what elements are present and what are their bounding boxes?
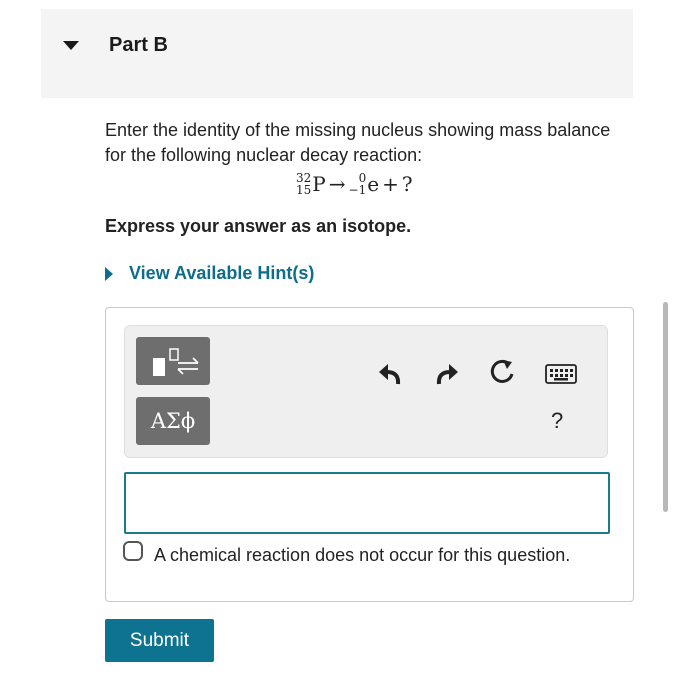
reactant-symbol: P [312, 172, 326, 196]
templates-icon [153, 348, 199, 376]
no-reaction-label: A chemical reaction does not occur for t… [154, 545, 571, 565]
answer-instruction: Express your answer as an isotope. [105, 216, 412, 236]
reaction-arrow: → [328, 172, 346, 196]
product-symbol: e [367, 172, 380, 196]
product-particle: 0 −1 e [349, 172, 380, 196]
product-atomic-number: −1 [348, 183, 367, 197]
submit-button[interactable]: Submit [105, 619, 214, 662]
templates-button[interactable] [136, 337, 210, 385]
part-header[interactable]: Part B [41, 9, 633, 98]
help-icon[interactable]: ? [551, 408, 563, 434]
no-reaction-checkbox[interactable] [123, 541, 143, 561]
plus-sign: + [382, 172, 399, 196]
part-title: Part B [109, 34, 168, 56]
reset-icon[interactable] [487, 356, 519, 388]
undo-icon[interactable] [374, 358, 406, 390]
reactant-atomic-number: 15 [296, 183, 312, 197]
symbols-button[interactable]: AΣϕ [136, 397, 210, 445]
decay-equation: 32 15 P → 0 −1 e + ? [296, 168, 413, 200]
collapse-caret-icon[interactable] [63, 41, 79, 50]
hint-label[interactable]: View Available Hint(s) [129, 263, 314, 284]
answer-panel: AΣϕ ? A chemical reaction does not occur… [105, 307, 634, 602]
expand-caret-icon [105, 266, 113, 281]
question-prompt: Enter the identity of the missing nucleu… [105, 120, 611, 165]
math-toolbar: AΣϕ ? [124, 325, 608, 458]
keyboard-icon[interactable] [545, 358, 577, 390]
reactant-nucleus: 32 15 P [296, 172, 326, 196]
view-hints-link[interactable]: View Available Hint(s) [105, 263, 314, 284]
unknown-nucleus: ? [401, 172, 413, 196]
scrollbar[interactable] [663, 302, 668, 512]
answer-input[interactable] [124, 472, 610, 534]
redo-icon[interactable] [431, 358, 463, 390]
